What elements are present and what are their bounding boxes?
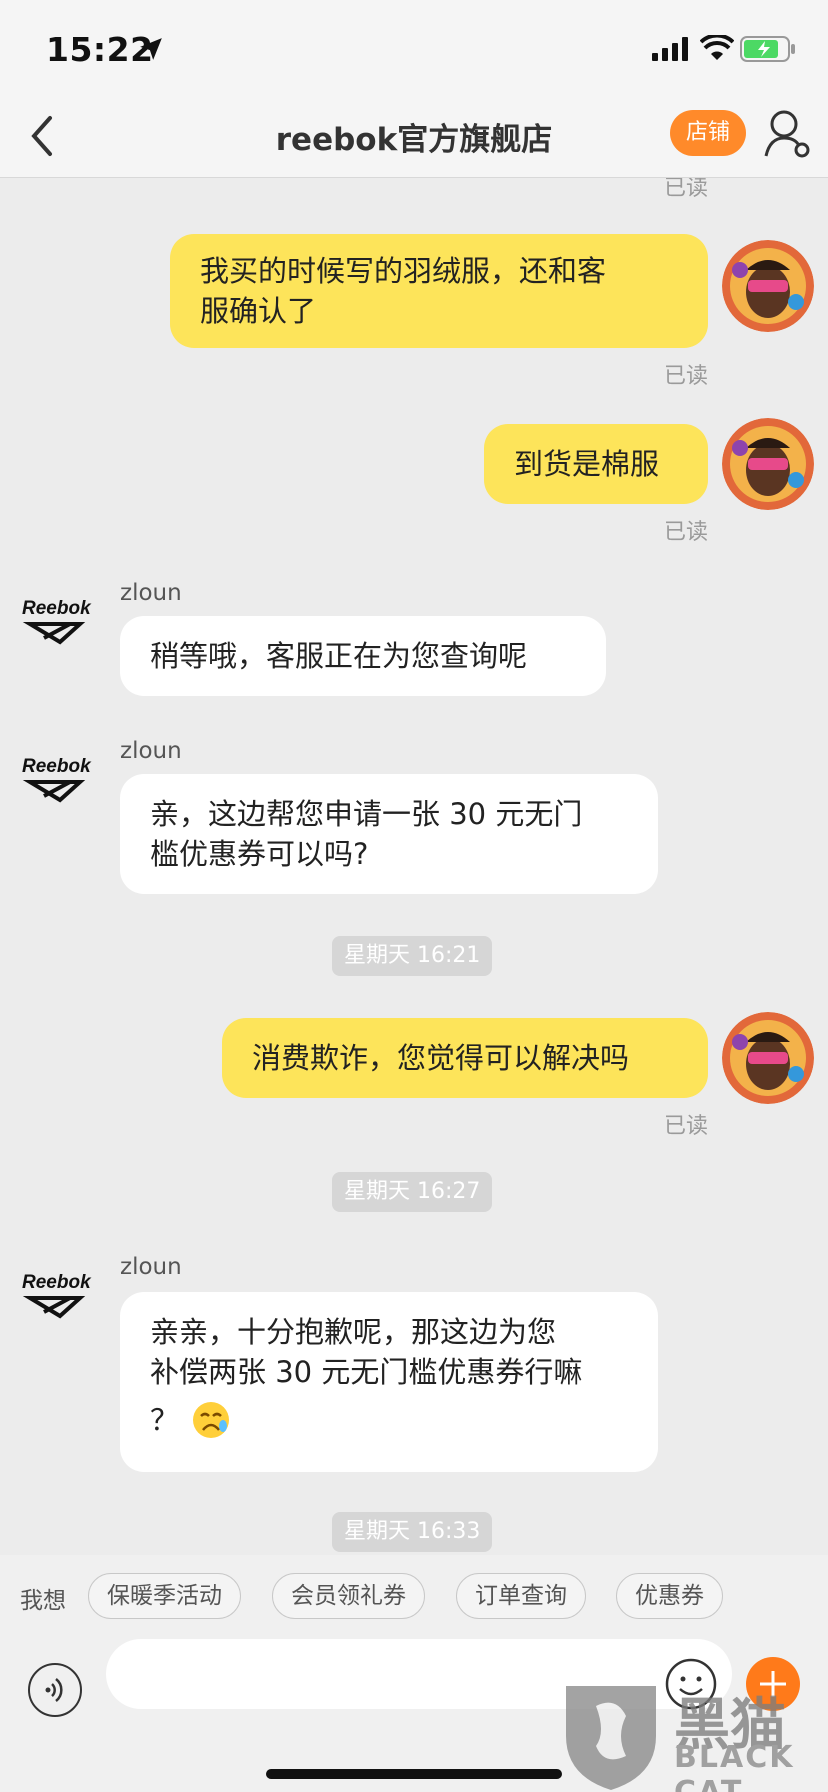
black-cat-shield-icon bbox=[566, 1686, 656, 1790]
timestamp: 星期天 16:21 bbox=[332, 936, 493, 976]
message-bubble-mine[interactable]: 消费欺诈，您觉得可以解决吗 bbox=[222, 1018, 708, 1098]
message-bubble-mine[interactable]: 到货是棉服 bbox=[484, 424, 708, 504]
message-text: 到货是棉服 bbox=[514, 447, 660, 481]
message-bubble-shop[interactable]: 亲，这边帮您申请一张 30 元无门 槛优惠券可以吗? bbox=[120, 774, 658, 894]
read-status: 已读 bbox=[663, 364, 708, 389]
home-indicator bbox=[266, 1769, 562, 1779]
user-settings-icon[interactable] bbox=[764, 108, 812, 160]
message-text: 槛优惠券可以吗? bbox=[150, 837, 369, 871]
quick-chip[interactable]: 保暖季活动 bbox=[88, 1573, 241, 1619]
svg-text:Reebok: Reebok bbox=[22, 1272, 92, 1293]
sender-name: zloun bbox=[120, 580, 182, 606]
quick-chip[interactable]: 优惠券 bbox=[616, 1573, 723, 1619]
message-text: 稍等哦，客服正在为您查询呢 bbox=[150, 639, 528, 673]
nav-bar: reebok官方旗舰店 店铺 bbox=[0, 94, 828, 178]
message-text: ？ bbox=[150, 1403, 180, 1437]
message-text: 补偿两张 30 元无门槛优惠券行嘛 bbox=[150, 1355, 583, 1389]
message-bubble-shop[interactable]: 稍等哦，客服正在为您查询呢 bbox=[120, 616, 606, 696]
signal-icon bbox=[652, 37, 688, 61]
message-text: 亲亲，十分抱歉呢，那这边为您 bbox=[150, 1315, 557, 1349]
avatar[interactable] bbox=[722, 1012, 814, 1104]
crying-emoji-icon bbox=[193, 1402, 230, 1438]
avatar[interactable] bbox=[722, 418, 814, 510]
message-text: 消费欺诈，您觉得可以解决吗 bbox=[252, 1041, 630, 1075]
message-text: 服确认了 bbox=[200, 294, 317, 328]
location-arrow-icon bbox=[140, 38, 162, 60]
chat-area[interactable]: 已读 我买的时候写的羽绒服，还和客 服确认了 已读 到货是棉服 已读 Reebo… bbox=[0, 178, 828, 1555]
battery-icon bbox=[740, 36, 795, 62]
message-bubble-mine[interactable]: 我买的时候写的羽绒服，还和客 服确认了 bbox=[170, 234, 708, 348]
watermark: 黑猫 BLACK CAT bbox=[556, 1676, 824, 1792]
svg-text:Reebok: Reebok bbox=[22, 598, 92, 619]
shop-button[interactable]: 店铺 bbox=[670, 110, 746, 156]
timestamp: 星期天 16:33 bbox=[332, 1512, 493, 1552]
svg-text:Reebok: Reebok bbox=[22, 756, 92, 777]
sender-name: zloun bbox=[120, 738, 182, 764]
status-bar: 15:22 bbox=[0, 0, 828, 94]
message-text: 亲，这边帮您申请一张 30 元无门 bbox=[150, 797, 583, 831]
wifi-icon bbox=[700, 35, 734, 60]
message-bubble-shop[interactable]: 亲亲，十分抱歉呢，那这边为您 补偿两张 30 元无门槛优惠券行嘛 ？ bbox=[120, 1292, 658, 1472]
shop-avatar[interactable]: Reebok bbox=[20, 1268, 100, 1324]
shop-avatar[interactable]: Reebok bbox=[20, 594, 100, 650]
sender-name: zloun bbox=[120, 1254, 182, 1280]
read-status: 已读 bbox=[663, 520, 708, 545]
voice-button[interactable] bbox=[28, 1663, 82, 1717]
quick-chip[interactable]: 会员领礼券 bbox=[272, 1573, 425, 1619]
timestamp: 星期天 16:27 bbox=[332, 1172, 493, 1212]
quick-reply-bar: 我想 保暖季活动 会员领礼券 订单查询 优惠券 bbox=[0, 1555, 828, 1639]
voice-icon bbox=[45, 1678, 63, 1702]
read-status: 已读 bbox=[663, 1114, 708, 1139]
avatar[interactable] bbox=[722, 240, 814, 332]
read-status: 已读 bbox=[663, 178, 708, 201]
watermark-text: BLACK CAT bbox=[674, 1740, 795, 1792]
quick-chip[interactable]: 订单查询 bbox=[456, 1573, 586, 1619]
quick-label: 我想 bbox=[20, 1588, 66, 1614]
message-line: ？ bbox=[150, 1400, 628, 1440]
shop-avatar[interactable]: Reebok bbox=[20, 752, 100, 808]
message-text: 我买的时候写的羽绒服，还和客 bbox=[200, 254, 607, 288]
